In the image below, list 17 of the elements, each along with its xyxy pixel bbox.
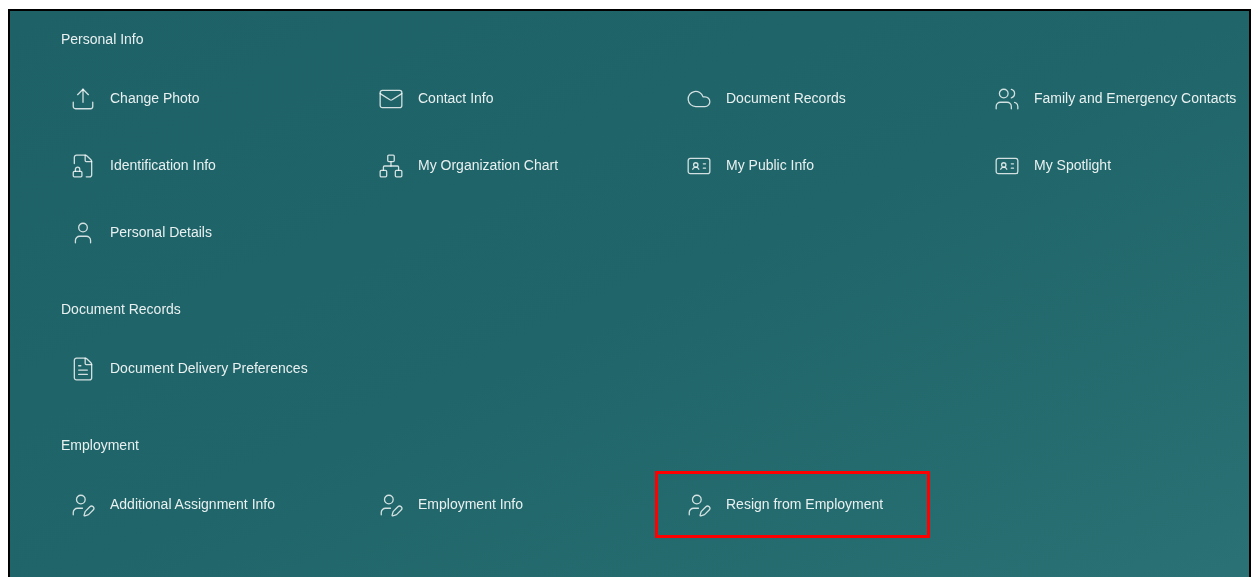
- section-title: Document Records: [61, 299, 181, 319]
- menu-item[interactable]: Employment Info: [347, 471, 622, 538]
- menu-item[interactable]: Contact Info: [347, 65, 622, 132]
- menu-item[interactable]: Family and Emergency Contacts: [963, 65, 1248, 132]
- menu-item[interactable]: Personal Details: [39, 199, 314, 266]
- org-chart-icon: [378, 152, 404, 179]
- menu-item[interactable]: Document Delivery Preferences: [39, 335, 319, 402]
- menu-item[interactable]: My Spotlight: [963, 132, 1238, 199]
- menu-item[interactable]: My Public Info: [655, 132, 930, 199]
- section-title: Employment: [61, 435, 139, 455]
- menu-item[interactable]: Resign from Employment: [655, 471, 930, 538]
- menu-item[interactable]: Document Records: [655, 65, 930, 132]
- section-title: Personal Info: [61, 29, 144, 49]
- menu-item[interactable]: Additional Assignment Info: [39, 471, 314, 538]
- menu-item[interactable]: My Organization Chart: [347, 132, 622, 199]
- menu-item[interactable]: Change Photo: [39, 65, 314, 132]
- menu-item[interactable]: Identification Info: [39, 132, 314, 199]
